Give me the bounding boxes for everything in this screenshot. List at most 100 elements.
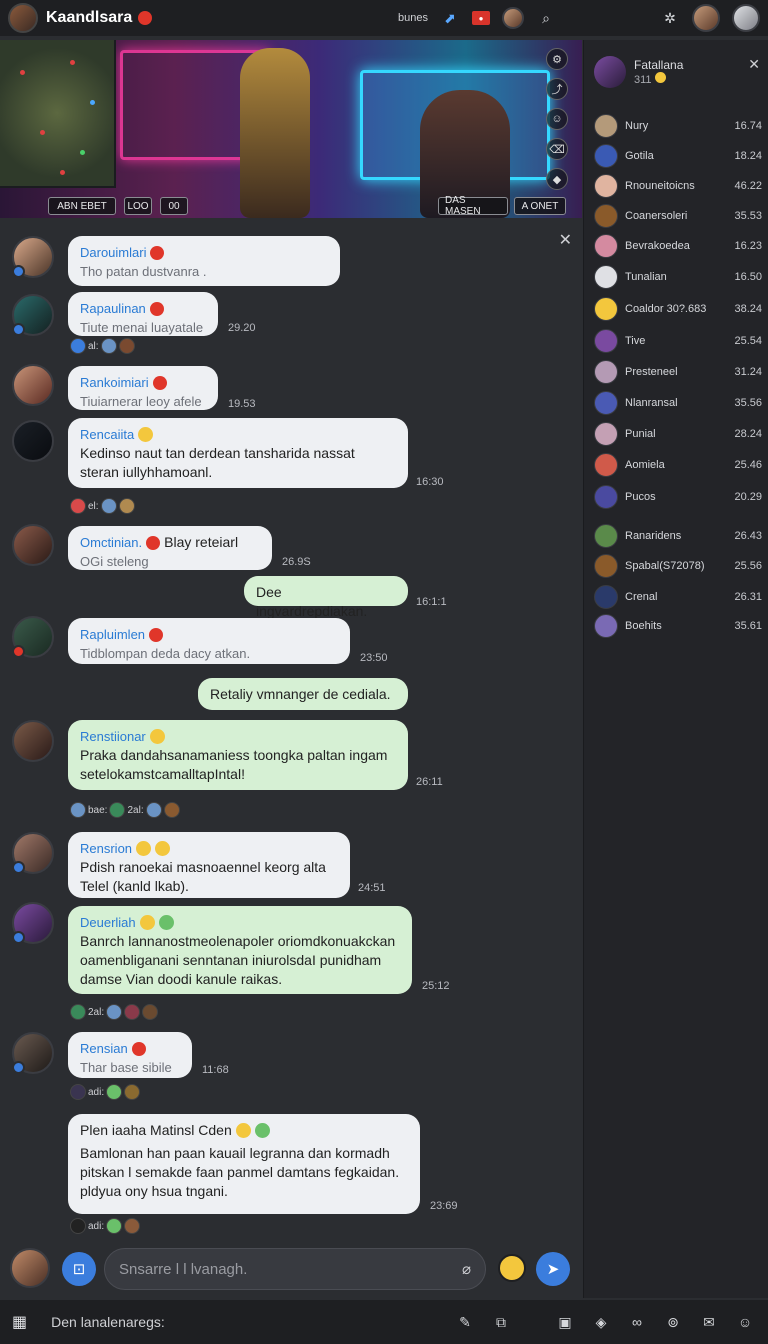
member-row[interactable]: Nlanransal 35.56 [594, 390, 762, 416]
message-avatar[interactable] [12, 832, 54, 874]
message-input[interactable]: Snsarre l l lvanagh. ⌀ [104, 1248, 486, 1290]
message-avatar[interactable] [12, 294, 54, 336]
message-bubble[interactable]: Renstiionar Praka dandahsanamaniess toon… [68, 720, 408, 790]
message-bubble[interactable]: Darouimlari Tho patan dustvanra . [68, 236, 340, 286]
send-button[interactable]: ➤ [536, 1252, 570, 1286]
message-avatar[interactable] [12, 364, 54, 406]
pin-icon[interactable]: ◆ [546, 168, 568, 190]
secondary-avatar[interactable] [732, 4, 760, 32]
grid-icon[interactable]: ▦ [12, 1312, 27, 1332]
mail-icon[interactable]: ✉ [698, 1311, 720, 1333]
live-icon[interactable]: ● [472, 11, 490, 25]
paperclip-icon[interactable]: ⌀ [462, 1260, 471, 1278]
banner-button-left[interactable]: ABN EBET [48, 197, 116, 215]
message-author[interactable]: Deuerliah [80, 913, 136, 932]
reaction-icon[interactable] [142, 1004, 159, 1020]
sparkle-icon[interactable]: ✲ [660, 8, 680, 28]
emoji-picker-button[interactable] [498, 1254, 526, 1282]
message-avatar[interactable] [12, 720, 54, 762]
reaction-icon[interactable] [70, 498, 86, 514]
reaction-icon[interactable] [124, 1084, 141, 1100]
member-row[interactable]: Pucos 20.29 [594, 484, 762, 510]
message-author[interactable]: Rencaiita [80, 425, 134, 444]
member-row[interactable]: Bevrakoedea 16.23 [594, 233, 762, 259]
stream-banner[interactable]: ABN EBET LOO 00 DAS MASEN A ONET ⚙ ⤴ ☺ ⌫… [0, 40, 582, 218]
message-avatar[interactable] [12, 236, 54, 278]
profile-avatar[interactable] [692, 4, 720, 32]
pen-icon[interactable]: ✎ [454, 1311, 476, 1333]
message-author[interactable]: Renstiionar [80, 727, 146, 746]
message-author[interactable]: Darouimlari [80, 243, 146, 262]
banner-button-right2[interactable]: A ONET [514, 197, 566, 215]
message-bubble[interactable]: Rensian Thar base sibile [68, 1032, 192, 1078]
friend-avatar[interactable] [502, 7, 524, 29]
reaction-icon[interactable] [70, 1004, 86, 1020]
member-row[interactable]: Tive 25.54 [594, 328, 762, 354]
own-message-bubble[interactable]: Retaliy vmnanger de cediala. [198, 678, 408, 710]
member-row[interactable]: Coanersoleri 35.53 [594, 203, 762, 229]
reaction-icon[interactable] [124, 1218, 141, 1234]
share-icon[interactable]: ⤴ [546, 78, 568, 100]
reaction-icon[interactable] [106, 1004, 123, 1020]
banner-button-mid2[interactable]: 00 [160, 197, 188, 215]
member-row[interactable]: Ranaridens 26.43 [594, 523, 762, 549]
reaction-icon[interactable] [163, 802, 180, 818]
reaction-icon[interactable] [70, 1084, 86, 1100]
message-bubble[interactable]: Rapaulinan Tiute menai luayatale [68, 292, 218, 336]
emote-icon[interactable]: ☺ [546, 108, 568, 130]
reaction-icon[interactable] [145, 802, 162, 818]
message-author[interactable]: Rensian [80, 1039, 128, 1058]
message-avatar[interactable] [12, 1032, 54, 1074]
screen-share-icon[interactable]: ⧉ [490, 1311, 512, 1333]
reaction-icon[interactable] [70, 338, 86, 354]
close-icon[interactable]: ✕ [559, 230, 572, 250]
message-bubble[interactable]: Rencaiita Kedinso naut tan derdean tansh… [68, 418, 408, 488]
message-bubble[interactable]: Omctinian. Blay reteiarl OGi steleng [68, 526, 272, 570]
reaction-icon[interactable] [124, 1004, 141, 1020]
message-bubble[interactable]: Rensrion Pdish ranoekai masnoaennel keor… [68, 832, 350, 898]
panel-avatar[interactable] [594, 56, 626, 88]
reaction-icon[interactable] [70, 802, 86, 818]
member-row[interactable]: Crenal 26.31 [594, 584, 762, 610]
member-row[interactable]: Nury 16.74 [594, 113, 762, 139]
member-row[interactable]: Coaldor 30?.683 38.24 [594, 296, 762, 322]
message-avatar[interactable] [12, 616, 54, 658]
message-author[interactable]: Plen iaaha Matinsl Cden [80, 1121, 232, 1140]
member-row[interactable]: Spabal(S72078) 25.56 [594, 553, 762, 579]
message-avatar[interactable] [12, 902, 54, 944]
member-row[interactable]: Rnouneitoicns 46.22 [594, 173, 762, 199]
message-bubble[interactable]: Rankoimiari Tiuiarnerar leoy afele [68, 366, 218, 410]
reaction-icon[interactable] [118, 498, 135, 514]
self-avatar[interactable] [10, 1248, 50, 1288]
banner-button-mid1[interactable]: LOO [124, 197, 152, 215]
sticker-icon[interactable]: ◈ [590, 1311, 612, 1333]
attach-button[interactable]: ⊡ [62, 1252, 96, 1286]
message-author[interactable]: Omctinian. [80, 533, 142, 552]
message-author[interactable]: Rankoimiari [80, 373, 149, 392]
reaction-icon[interactable] [106, 1084, 123, 1100]
message-bubble[interactable]: Plen iaaha Matinsl Cden Bamlonan han paa… [68, 1114, 420, 1214]
member-row[interactable]: Punial 28.24 [594, 421, 762, 447]
own-message-bubble[interactable]: Dee ingvardrepdiakan. [244, 576, 408, 619]
settings-icon[interactable]: ⚙ [546, 48, 568, 70]
search-icon[interactable]: ⌕ [536, 8, 556, 28]
message-bubble[interactable]: Deuerliah Banrch lannanostmeolenapoler o… [68, 906, 412, 994]
emoji-icon[interactable]: ☺ [734, 1311, 756, 1333]
user-avatar[interactable] [8, 3, 38, 33]
share-icon[interactable]: ⬈ [440, 8, 460, 28]
member-row[interactable]: Presteneel 31.24 [594, 359, 762, 385]
message-bubble[interactable]: Rapluimlen Tidblompan deda dacy atkan. [68, 618, 350, 664]
member-row[interactable]: Gotila 18.24 [594, 143, 762, 169]
banner-button-right1[interactable]: DAS MASEN [438, 195, 508, 217]
message-avatar[interactable] [12, 524, 54, 566]
reaction-icon[interactable] [70, 1218, 86, 1234]
reaction-icon[interactable] [100, 338, 117, 354]
image-icon[interactable]: ▣ [554, 1311, 576, 1333]
reaction-icon[interactable] [118, 338, 135, 354]
message-author[interactable]: Rapluimlen [80, 625, 145, 644]
message-author[interactable]: Rapaulinan [80, 299, 146, 318]
link-icon[interactable]: ∞ [626, 1311, 648, 1333]
message-author[interactable]: Rensrion [80, 839, 132, 858]
member-row[interactable]: Tunalian 16.50 [594, 264, 762, 290]
trash-icon[interactable]: ⌫ [546, 138, 568, 160]
